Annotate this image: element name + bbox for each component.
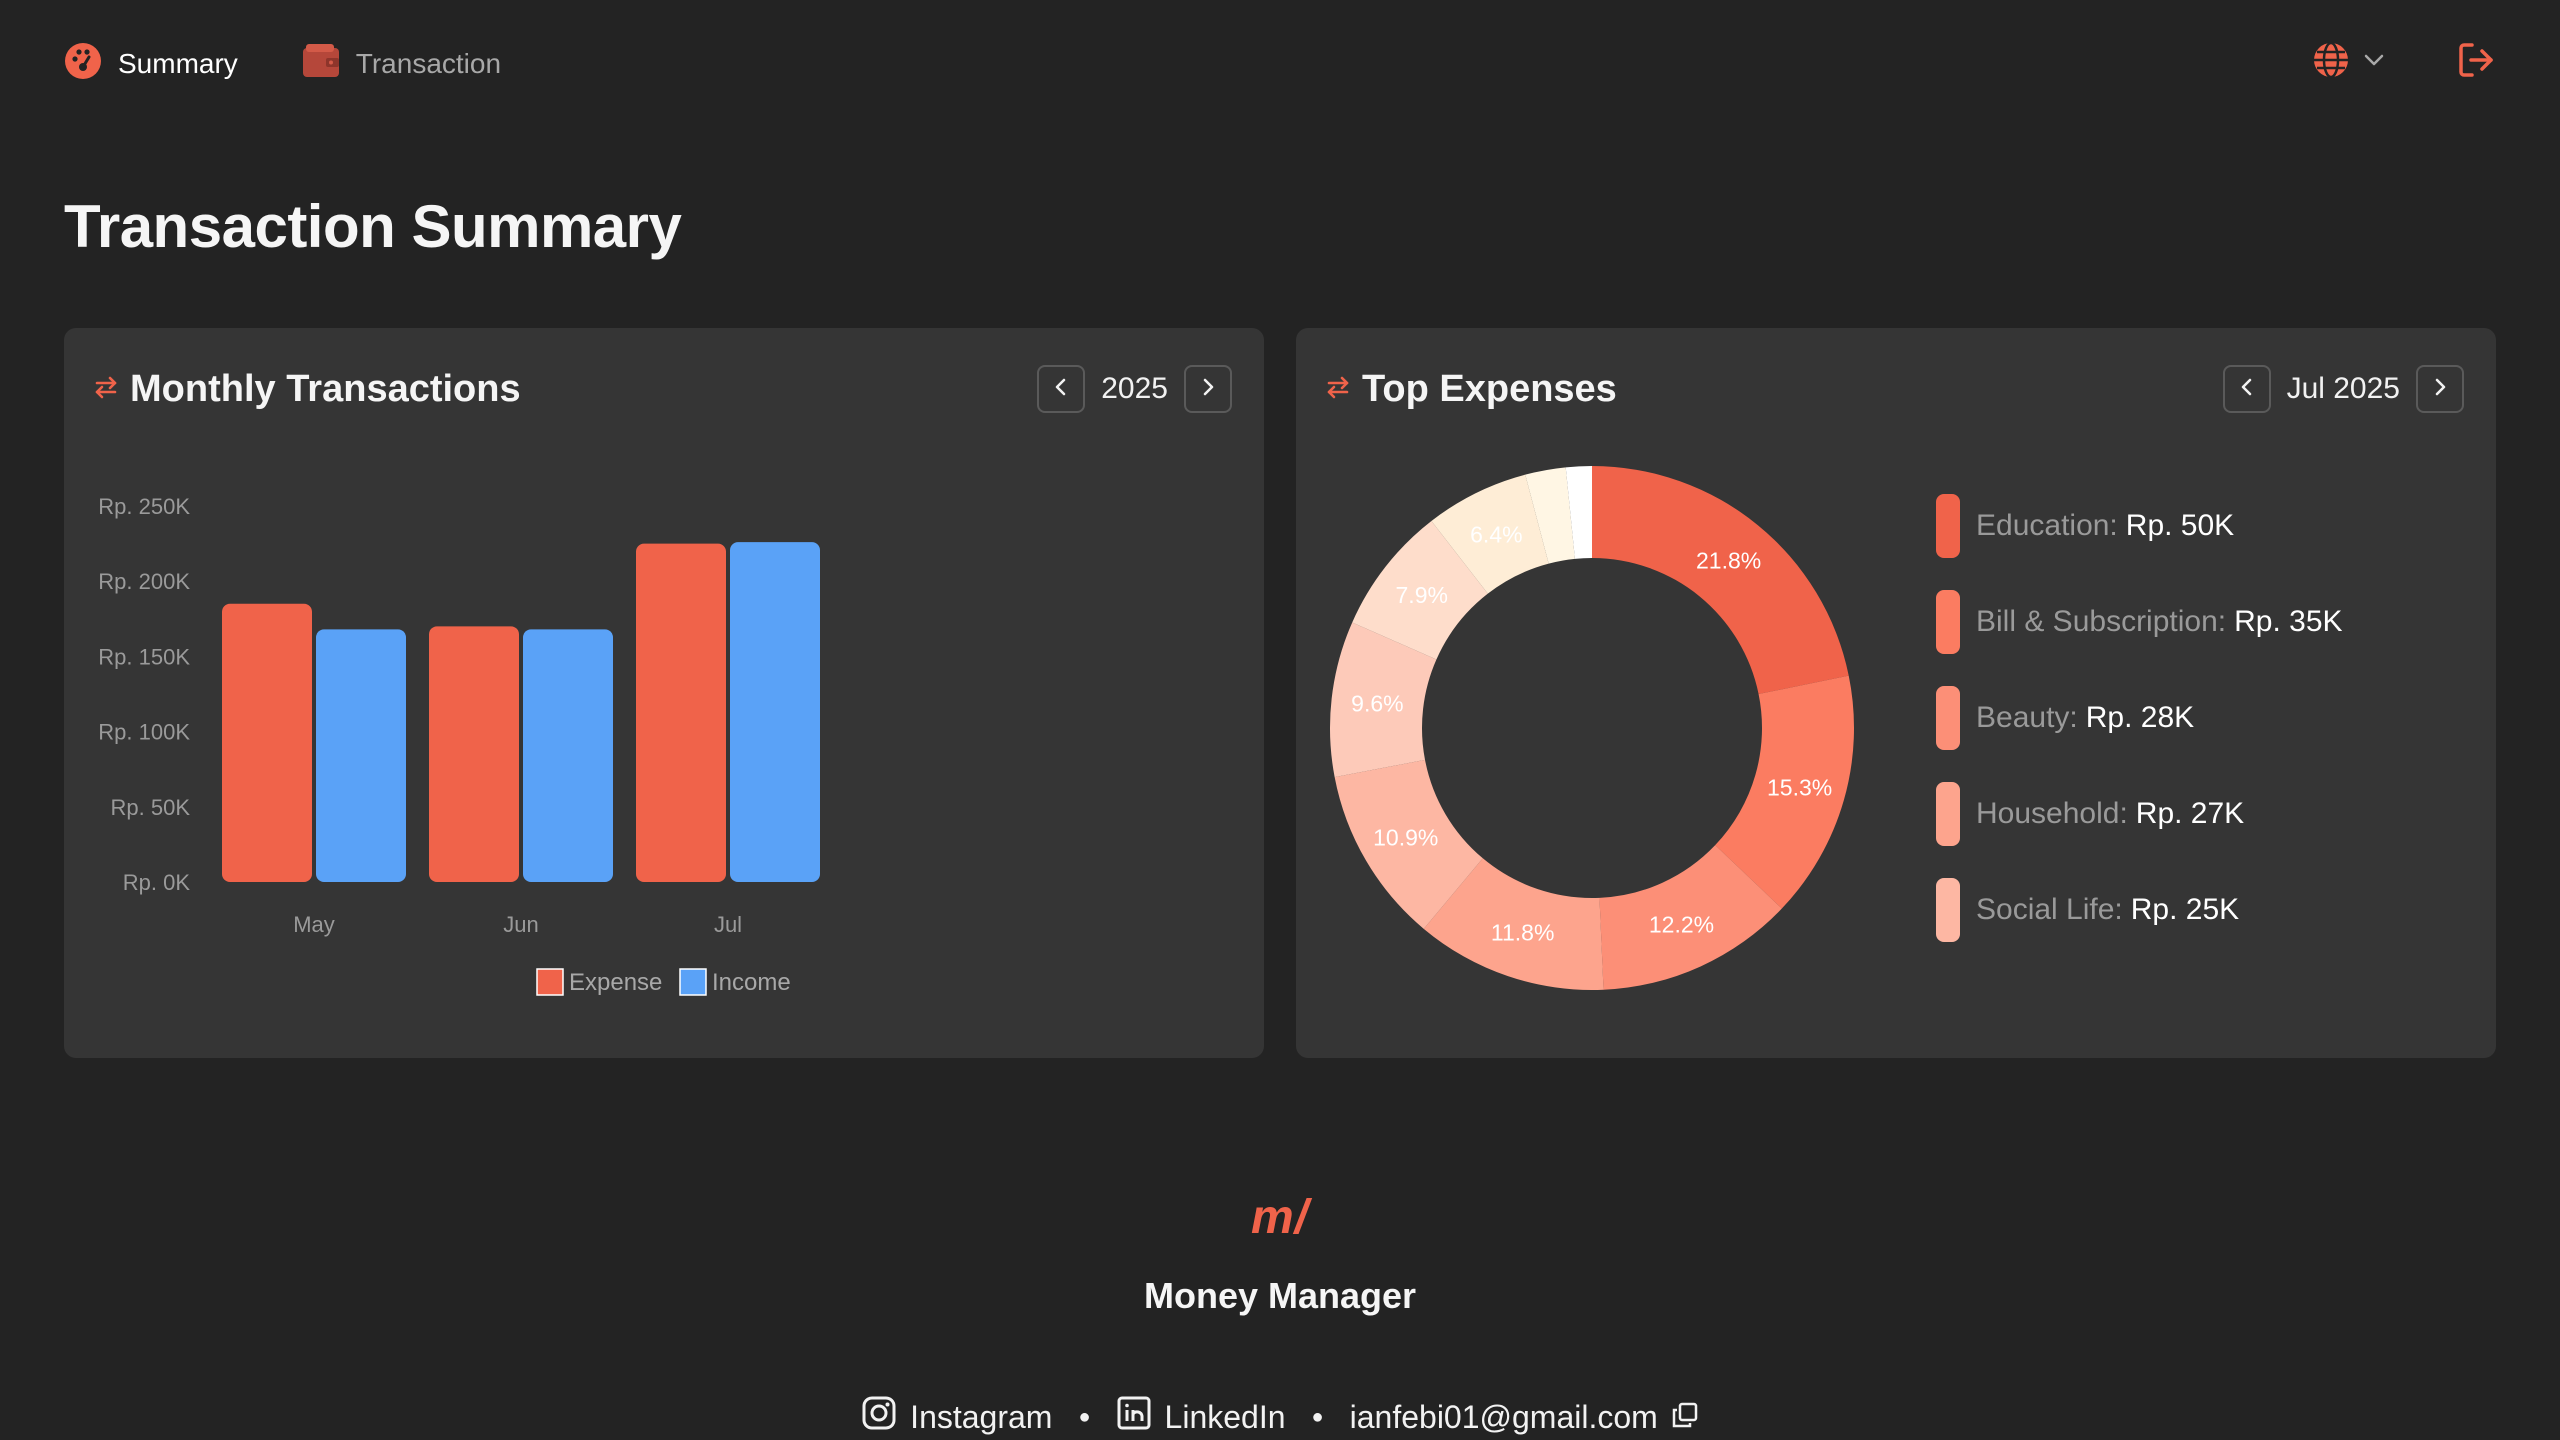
donut-slice-label: 12.2% xyxy=(1649,912,1714,938)
instagram-label: Instagram xyxy=(910,1398,1053,1435)
logout-icon[interactable] xyxy=(2456,40,2496,85)
footer: m/ Money Manager xyxy=(0,1190,2560,1317)
email-label: ianfebi01@gmail.com xyxy=(1349,1398,1658,1435)
linkedin-link[interactable]: LinkedIn xyxy=(1117,1396,1286,1438)
donut-slice-label: 10.9% xyxy=(1373,824,1438,850)
chevron-left-icon xyxy=(2237,377,2257,402)
donut-slice-label: 7.9% xyxy=(1396,582,1448,608)
instagram-link[interactable]: Instagram xyxy=(862,1396,1052,1438)
expense-bar-jul[interactable] xyxy=(636,543,726,882)
legend-label-expense: Expense xyxy=(569,969,662,996)
expense-value: Rp. 28K xyxy=(2085,701,2195,734)
chevron-right-icon xyxy=(2430,377,2450,402)
expense-color-bar xyxy=(1936,686,1960,750)
legend-swatch-expense xyxy=(536,968,564,996)
expense-value: Rp. 50K xyxy=(2125,509,2235,542)
next-month-button[interactable] xyxy=(2416,365,2464,413)
donut-slice-label: 9.6% xyxy=(1351,691,1403,717)
nav-transaction[interactable]: Transaction xyxy=(302,43,502,85)
expense-color-bar xyxy=(1936,878,1960,942)
expense-label: Household: xyxy=(1976,797,2128,830)
linkedin-icon xyxy=(1117,1396,1151,1438)
y-tick-label: Rp. 150K xyxy=(98,644,190,669)
expense-value: Rp. 25K xyxy=(2130,893,2240,926)
expense-item: Beauty: Rp. 28K xyxy=(1936,670,2456,766)
expense-item: Social Life: Rp. 25K xyxy=(1936,862,2456,958)
donut-slice-label: 11.8% xyxy=(1491,920,1555,946)
email-link[interactable]: ianfebi01@gmail.com xyxy=(1350,1399,1698,1436)
y-tick-label: Rp. 250K xyxy=(98,494,190,519)
x-tick-label: Jul xyxy=(714,912,742,937)
linkedin-label: LinkedIn xyxy=(1164,1398,1286,1435)
income-bar-jul[interactable] xyxy=(730,542,820,882)
y-tick-label: Rp. 100K xyxy=(98,720,190,745)
legend-label-income: Income xyxy=(712,969,791,996)
copy-icon[interactable] xyxy=(1672,1399,1698,1436)
monthly-transactions-card: Monthly Transactions 2025 Rp. 0K Rp. 50K R… xyxy=(64,328,1264,1058)
donut-slice[interactable] xyxy=(1592,466,1849,695)
footer-links: Instagram ● LinkedIn ● ianfebi01@gmail.c… xyxy=(0,1396,2560,1438)
wallet-icon xyxy=(302,43,340,85)
page-title: Transaction Summary xyxy=(64,193,682,260)
monthly-bar-chart: Rp. 0K Rp. 50K Rp. 100K Rp. 150K Rp. 200K Rp.… xyxy=(98,494,820,996)
footer-logo: m/ xyxy=(1250,1191,1309,1244)
expense-bar-may[interactable] xyxy=(222,603,312,882)
y-tick-label: Rp. 50K xyxy=(111,795,191,820)
expense-bar-jun[interactable] xyxy=(429,626,519,882)
legend-swatch-income xyxy=(679,968,707,996)
income-bar-jun[interactable] xyxy=(523,629,613,882)
separator-dot: ● xyxy=(1311,1405,1324,1428)
expense-item: Household: Rp. 27K xyxy=(1936,766,2456,862)
x-tick-label: Jun xyxy=(503,912,538,937)
nav-transaction-label: Transaction xyxy=(355,48,502,79)
x-tick-label: May xyxy=(293,912,335,937)
y-tick-label: Rp. 200K xyxy=(98,569,190,594)
expense-color-bar xyxy=(1936,494,1960,558)
expense-label: Bill & Subscription: xyxy=(1976,605,2227,638)
expense-label: Beauty: xyxy=(1976,701,2078,734)
top-expenses-donut-chart: 21.8% 15.3% 12.2% 11.8% 10.9% 9.6% 7.9% 6.4% xyxy=(1330,466,1854,990)
globe-icon xyxy=(2312,41,2350,84)
nav-summary[interactable]: Summary xyxy=(64,42,238,87)
expense-color-bar xyxy=(1936,782,1960,846)
expense-item: Bill & Subscription: Rp. 35K xyxy=(1936,574,2456,670)
dashboard-icon xyxy=(64,42,102,87)
chevron-down-icon xyxy=(2362,48,2386,77)
expense-category-list: Education: Rp. 50K Bill & Subscription: Rp.… xyxy=(1936,478,2456,968)
income-bar-may[interactable] xyxy=(316,629,406,882)
top-nav: Summary Transaction xyxy=(0,0,2560,128)
footer-brand: Money Manager xyxy=(1143,1275,1417,1316)
prev-month-button[interactable] xyxy=(2222,365,2271,413)
donut-slice-label: 6.4% xyxy=(1470,521,1522,547)
expense-label: Education: xyxy=(1976,509,2118,542)
expense-item: Education: Rp. 50K xyxy=(1936,478,2456,574)
month-pager: Jul 2025 xyxy=(2222,365,2464,413)
month-label: Jul 2025 xyxy=(2286,372,2400,405)
donut-slice-label: 15.3% xyxy=(1767,775,1832,801)
expense-value: Rp. 35K xyxy=(2234,605,2343,638)
donut-slice-label: 21.8% xyxy=(1696,548,1761,574)
nav-summary-label: Summary xyxy=(118,48,238,79)
expense-value: Rp. 27K xyxy=(2135,797,2245,830)
expense-color-bar xyxy=(1936,590,1960,654)
expense-label: Social Life: xyxy=(1976,893,2123,926)
top-expenses-card: Top Expenses Jul 2025 21.8% 15.3% 12.2% 11.… xyxy=(1296,328,2496,1058)
instagram-icon xyxy=(862,1396,896,1438)
nav-actions xyxy=(2312,40,2496,85)
expense-item: Health:Rp. 22K xyxy=(1936,958,2456,968)
language-selector[interactable] xyxy=(2312,41,2386,84)
separator-dot: ● xyxy=(1078,1405,1091,1428)
y-tick-label: Rp. 0K xyxy=(123,870,191,895)
